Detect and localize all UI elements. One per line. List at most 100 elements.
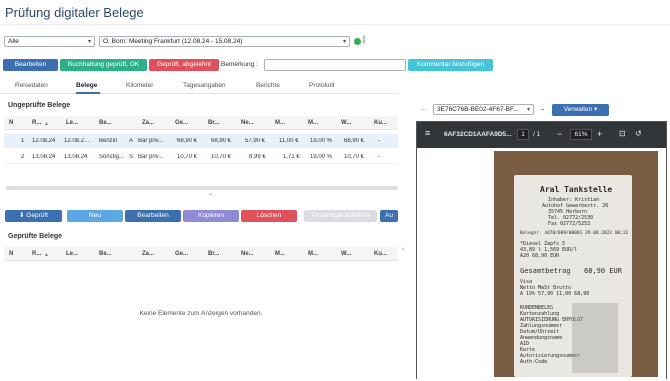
add-comment-button[interactable]: Kommentar hinzufügen [408, 59, 493, 71]
cell-rate: 19,00 % [310, 138, 333, 144]
tab-reisedaten[interactable]: Reisedaten [15, 82, 48, 89]
split-percent-button: Prozentual aufteilen [304, 210, 377, 222]
delete-button[interactable]: Löschen [241, 210, 297, 222]
receipt-image: Aral Tankstelle Inhaber: Kristian Autoho… [494, 151, 658, 377]
empty-message: Keine Elemente zum Anzeigen vorhanden. [139, 310, 263, 317]
col-header[interactable]: Ge... [175, 120, 188, 126]
unchecked-title: Ungeprüfte Belege [8, 102, 71, 109]
cell-nr: 1 [21, 138, 25, 144]
cell-net: 57,90 € [245, 138, 266, 144]
filter-icon[interactable]: ⫿ [363, 35, 366, 45]
col-header[interactable]: M... [308, 120, 318, 126]
copy-button[interactable]: Kopieren [183, 210, 239, 222]
col-header[interactable]: Ku... [374, 251, 387, 257]
col-header[interactable]: Ne... [241, 251, 254, 257]
edit-receipt-button[interactable]: Bearbeiten [125, 210, 181, 222]
edit-button[interactable]: Bearbeiten [3, 59, 58, 71]
cell-ku: - [378, 138, 380, 144]
horizontal-scrollbar[interactable] [6, 186, 398, 190]
cell-payment: Bar priv... [138, 154, 164, 160]
cell-rate: 19,00 % [310, 154, 333, 160]
more-button[interactable]: Au [380, 210, 398, 222]
col-header[interactable]: R... [32, 251, 41, 257]
col-header[interactable]: Br... [208, 120, 219, 126]
trip-select[interactable]: O. Born: Meeting Frankfurt (12.08.24 - 1… [99, 36, 350, 47]
col-header[interactable]: Le... [66, 251, 78, 257]
col-header[interactable]: Be... [99, 120, 112, 126]
tab-belege[interactable]: Belege [76, 82, 97, 89]
cell-tax: 11,00 € [279, 138, 299, 144]
col-header[interactable]: N [9, 120, 13, 126]
rotate-icon[interactable]: ↺ [635, 129, 642, 138]
title-divider [0, 24, 670, 25]
col-header[interactable]: M... [275, 251, 285, 257]
table-row[interactable]: 1 12.08.24 12.08.2... Benzin A Bar priv.… [4, 134, 398, 148]
receipt-line: Fax 02772/5253 [548, 221, 591, 227]
splitter-chevron-up-icon[interactable]: ⌃ [208, 193, 213, 200]
rejected-button[interactable]: Geprüft, abgelehnt [149, 59, 219, 71]
cell-gross: 10,70 € [211, 154, 232, 160]
col-header[interactable]: Za... [142, 251, 154, 257]
tab-protokoll[interactable]: Protokoll [309, 82, 334, 89]
receipt-tax: A 19% 57,90 11,00 68,90 [520, 291, 590, 297]
tab-berichte[interactable]: Berichte [256, 82, 280, 89]
cell-tax: 1,71 € [283, 154, 300, 160]
chevron-down-icon: ▾ [592, 106, 598, 113]
receipt-bottom: Auth-Code [520, 359, 548, 365]
col-header[interactable]: Le... [66, 120, 78, 126]
sort-asc-icon: ▲ [44, 121, 49, 127]
receipt-paper: Aral Tankstelle Inhaber: Kristian Autoho… [514, 175, 632, 377]
col-header[interactable]: N [9, 251, 13, 257]
tab-tagesangaben[interactable]: Tagesangaben [183, 82, 226, 89]
scope-select[interactable]: Alle ▾ [4, 36, 95, 47]
cell-value: 10,70 € [344, 154, 365, 160]
checked-button-label: Geprüft [26, 212, 48, 219]
trip-select-value: O. Born: Meeting Frankfurt (12.08.24 - 1… [103, 38, 243, 45]
col-header[interactable]: Ku... [374, 120, 387, 126]
collapse-left-icon[interactable]: ‹ [402, 246, 404, 253]
zoom-in-icon[interactable]: + [597, 129, 602, 139]
checked-button[interactable]: ⬇ Geprüft [5, 210, 62, 222]
document-select[interactable]: 3E76C76B-BE02-4F67-BF... ▾ [433, 104, 534, 115]
col-header[interactable]: Ge... [175, 251, 188, 257]
remark-input[interactable] [264, 59, 406, 71]
col-header[interactable]: Ne... [241, 120, 254, 126]
col-header[interactable]: Za... [142, 120, 154, 126]
manage-button[interactable]: Verwalten ▾ [552, 104, 609, 116]
tab-kilometer[interactable]: Kilometer [126, 82, 153, 89]
arrow-left-icon[interactable]: ← [420, 104, 428, 113]
cell-payment: Bar priv... [138, 138, 164, 144]
cell-net: 8,99 € [249, 154, 266, 160]
page-input[interactable]: 1 [517, 129, 529, 140]
chevron-down-icon: ▾ [342, 39, 346, 45]
cell-ku: - [378, 154, 380, 160]
sort-asc-icon: ▲ [44, 252, 49, 258]
bookkeeping-ok-button[interactable]: Buchhaltung geprüft, OK [60, 59, 147, 71]
zoom-out-icon[interactable]: − [557, 129, 562, 139]
cell-date2: 12.08.2... [64, 138, 90, 144]
col-header[interactable]: W... [341, 120, 351, 126]
col-header[interactable]: M... [308, 251, 318, 257]
receipt-total-label: Gesamtbetrag [520, 267, 571, 275]
col-header[interactable]: W... [341, 251, 351, 257]
col-header[interactable]: Br... [208, 251, 219, 257]
cell-date: 13.08.24 [32, 154, 56, 160]
col-header[interactable]: R... [32, 120, 41, 126]
cell-code: S [129, 154, 134, 160]
fit-page-icon[interactable]: ⊡ [619, 129, 626, 138]
receipt-belegnr: Belegnr. 4470/009/00001 29.08.2022 08:22 [520, 231, 629, 236]
cell-type: Sonstig... [99, 154, 125, 160]
col-header[interactable]: M... [275, 120, 285, 126]
zoom-level[interactable]: 61% [570, 129, 592, 140]
cell-nr: 2 [21, 154, 25, 160]
cell-date2: 13.08.24 [64, 154, 88, 160]
col-header[interactable]: Be... [99, 251, 112, 257]
cell-gross: 68,90 € [211, 138, 232, 144]
arrow-right-icon[interactable]: → [538, 104, 546, 113]
new-button[interactable]: Neu [67, 210, 123, 222]
pdf-filename: 6AF32CD1AAFA9D5... [444, 131, 512, 138]
menu-icon[interactable]: ≡ [425, 128, 430, 138]
table-row[interactable]: 2 13.08.24 13.08.24 Sonstig... S Bar pri… [4, 150, 398, 164]
checked-title: Geprüfte Belege [8, 233, 63, 240]
cell-total: 68,90 € [177, 138, 198, 144]
